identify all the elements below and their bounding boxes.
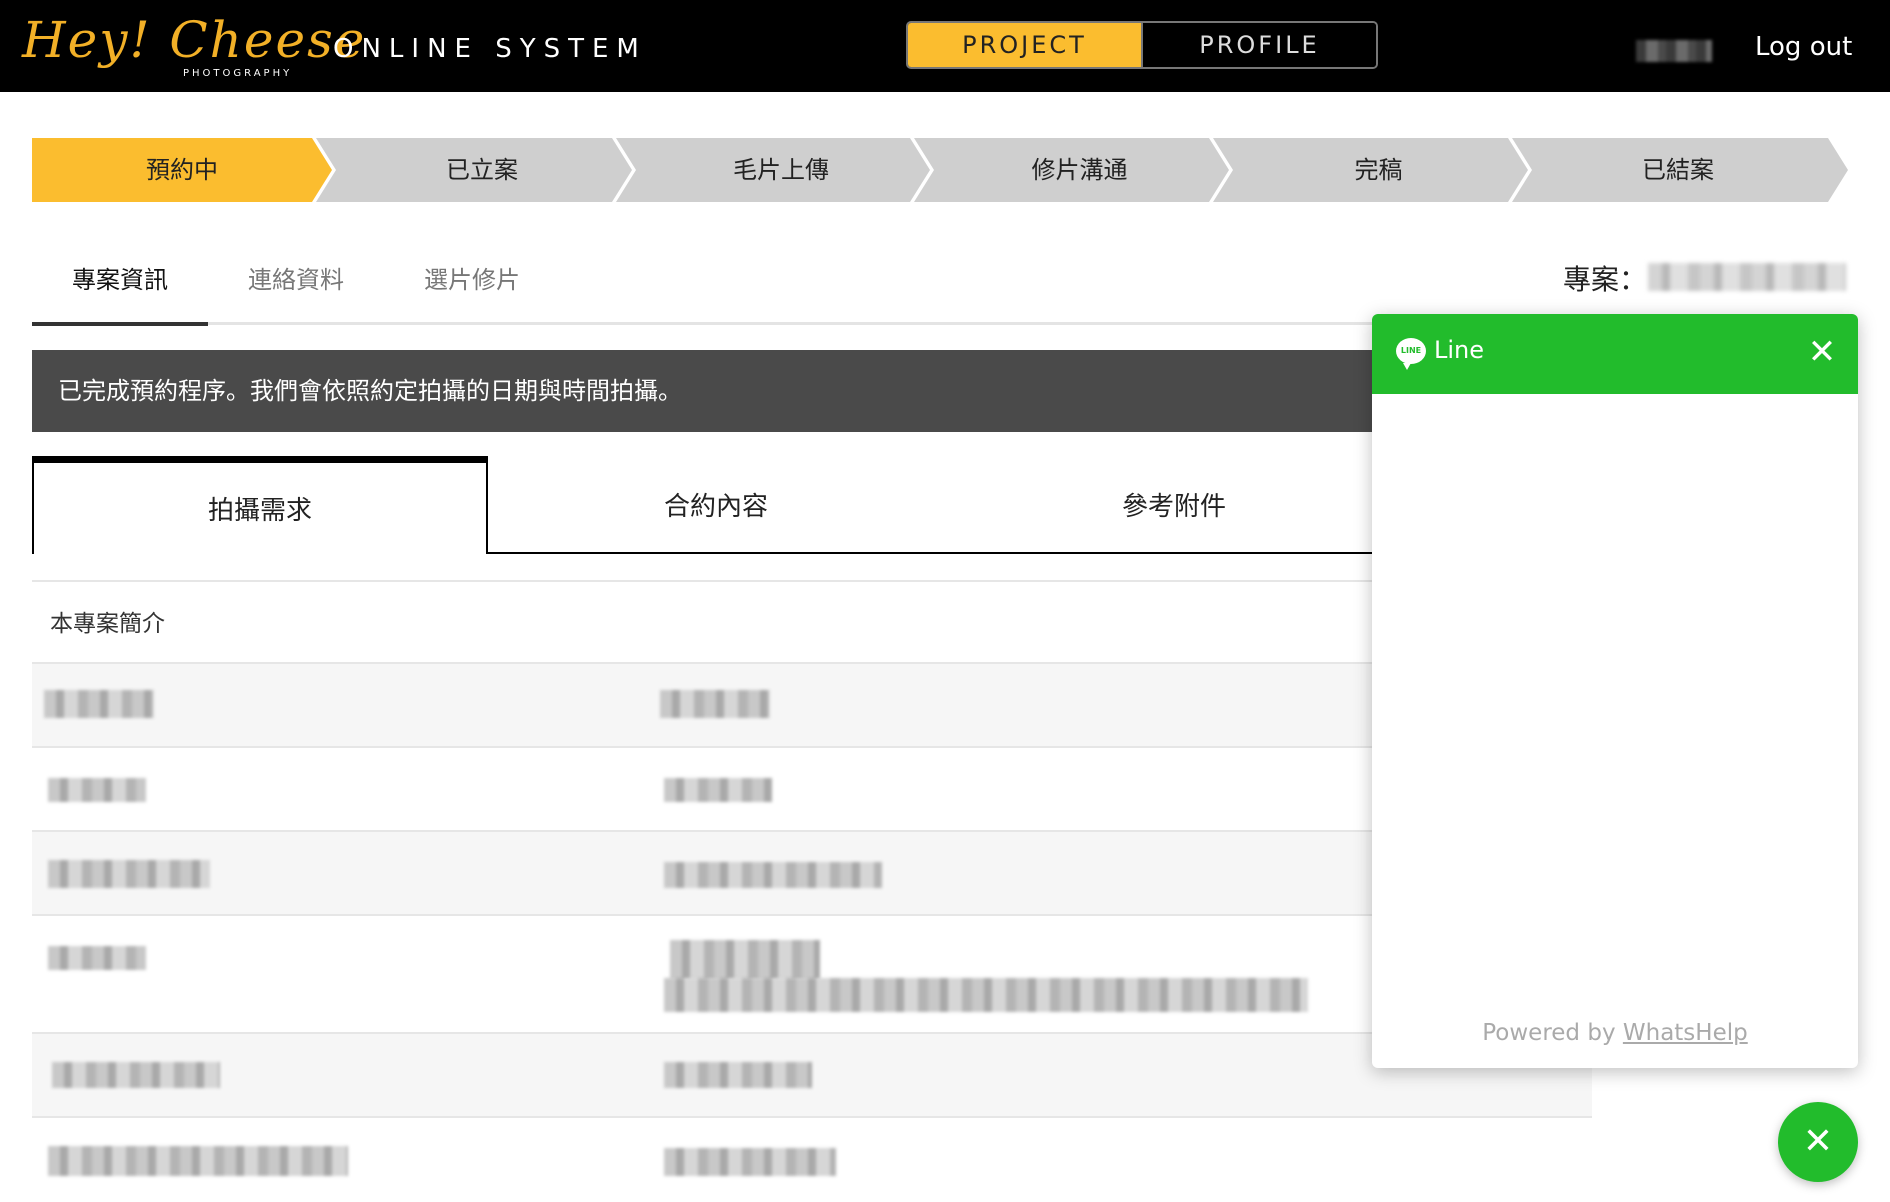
project-label: 專案：	[1563, 263, 1648, 296]
step-shape-5	[1213, 138, 1528, 202]
row-value-redacted	[664, 862, 882, 888]
chat-toggle-button[interactable]: ✕	[1778, 1102, 1858, 1182]
table-row	[32, 1034, 1592, 1118]
step-shape-3	[616, 138, 930, 202]
line-chat-title: Line	[1434, 336, 1485, 364]
line-icon: LINE	[1396, 338, 1426, 370]
row-value-redacted	[664, 778, 772, 802]
content-tabs: 拍攝需求 合約內容 參考附件	[32, 456, 1592, 554]
table-row	[32, 664, 1592, 748]
row-label-redacted	[48, 946, 146, 970]
row-label-redacted	[48, 1146, 348, 1176]
row-label-redacted	[44, 690, 154, 718]
top-bar: Hey! Cheese PHOTOGRAPHY ONLINE SYSTEM PR…	[0, 0, 1890, 92]
powered-by: Powered by WhatsHelp	[1372, 1020, 1858, 1046]
row-value-redacted	[660, 690, 770, 718]
line-chat-header: LINE Line ✕	[1372, 314, 1858, 394]
brand-logo[interactable]: Hey! Cheese	[22, 10, 366, 70]
main-nav: PROJECT PROFILE	[906, 21, 1378, 69]
table-row	[32, 832, 1592, 916]
system-title: ONLINE SYSTEM	[333, 34, 647, 64]
table-row	[32, 1118, 1592, 1202]
brand-logo-subtitle: PHOTOGRAPHY	[183, 68, 293, 79]
close-icon[interactable]: ✕	[1804, 334, 1840, 370]
row-value-redacted	[664, 978, 1308, 1012]
status-notice: 已完成預約程序。我們會依照約定拍攝的日期與時間拍攝。	[32, 350, 1592, 432]
line-chat-popup: LINE Line ✕ Powered by WhatsHelp	[1372, 314, 1858, 1068]
tab-shoot-requirements[interactable]: 拍攝需求	[32, 456, 488, 554]
step-shape-1	[32, 138, 332, 202]
row-label-redacted	[52, 1062, 220, 1088]
row-label-redacted	[48, 778, 146, 802]
table-heading: 本專案簡介	[32, 580, 1592, 664]
tab-contract[interactable]: 合約內容	[488, 456, 944, 554]
table-row	[32, 748, 1592, 832]
progress-steps-shapes	[32, 138, 1848, 202]
row-value-redacted	[670, 940, 820, 980]
project-name-redacted	[1648, 263, 1846, 291]
powered-by-prefix: Powered by	[1482, 1020, 1623, 1046]
username-redacted	[1636, 40, 1712, 62]
project-detail-table: 本專案簡介	[32, 580, 1592, 1202]
row-value-redacted	[664, 1062, 812, 1088]
progress-steps: 預約中 已立案 毛片上傳 修片溝通 完稿 已結案	[32, 138, 1848, 202]
step-shape-6	[1512, 138, 1848, 202]
tab-contact-info[interactable]: 連絡資料	[208, 250, 384, 326]
whatshelp-link[interactable]: WhatsHelp	[1623, 1020, 1748, 1046]
row-label-redacted	[48, 860, 210, 888]
tab-attachments-label: 參考附件	[1121, 491, 1226, 522]
tab-photo-selection[interactable]: 選片修片	[384, 250, 560, 326]
step-shape-2	[316, 138, 632, 202]
logout-link[interactable]: Log out	[1755, 32, 1852, 62]
tab-project-info[interactable]: 專案資訊	[32, 250, 208, 326]
nav-project-button[interactable]: PROJECT	[908, 23, 1141, 67]
step-shape-4	[914, 138, 1229, 202]
close-icon: ✕	[1802, 1121, 1834, 1162]
table-row	[32, 916, 1592, 1034]
nav-profile-button[interactable]: PROFILE	[1141, 23, 1376, 67]
row-value-redacted	[664, 1148, 836, 1176]
